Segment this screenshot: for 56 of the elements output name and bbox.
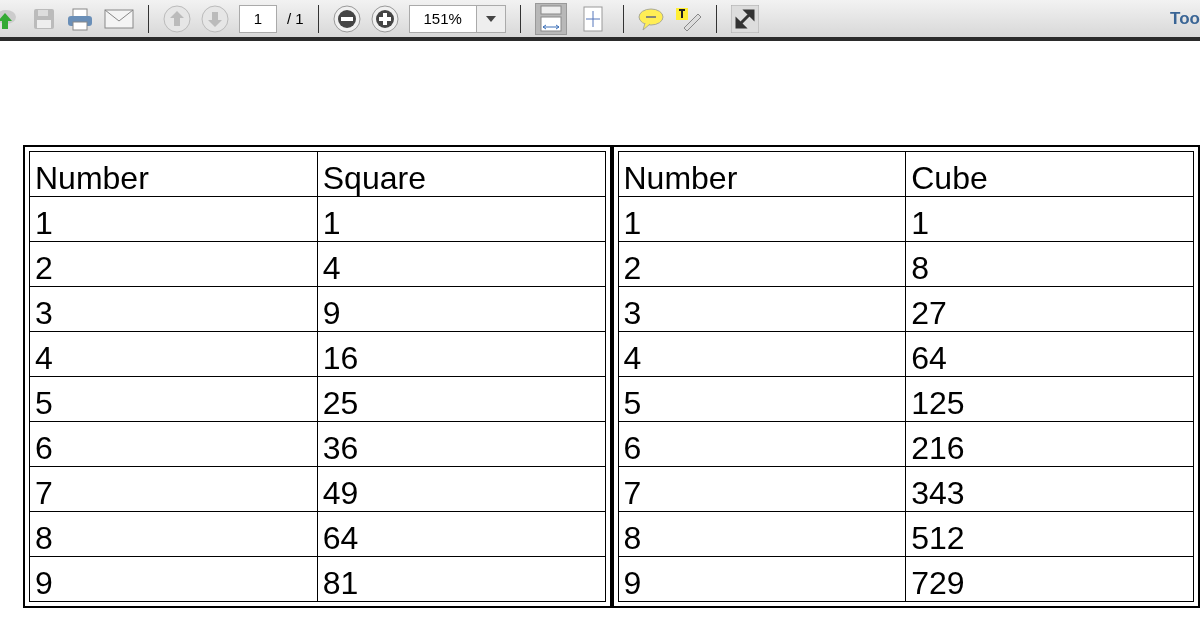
table-cell: 5 <box>618 376 906 422</box>
table-cell: 1 <box>905 196 1194 242</box>
caret-icon <box>485 15 496 22</box>
column-header: Number <box>29 151 318 197</box>
arrow-down-icon[interactable] <box>201 4 229 33</box>
table-cell: 1 <box>29 196 318 242</box>
table-cell: 2 <box>618 241 906 287</box>
zoom-in-icon[interactable] <box>370 4 399 33</box>
table-cell: 8 <box>618 511 906 557</box>
table-cell: 27 <box>905 286 1194 332</box>
table-cell: 49 <box>317 466 605 512</box>
expand-icon[interactable] <box>730 4 759 33</box>
table-cell: 64 <box>905 331 1194 377</box>
tools-link[interactable]: Too <box>1170 8 1200 29</box>
save-icon[interactable] <box>32 6 56 31</box>
table-cell: 7 <box>29 466 318 512</box>
table-cell: 8 <box>29 511 318 557</box>
table-cell: 3 <box>618 286 906 332</box>
page-number-field[interactable]: 1 <box>239 4 277 33</box>
arrow-up-icon[interactable] <box>163 4 191 33</box>
page-total: / 1 <box>287 10 304 27</box>
table-cell: 7 <box>618 466 906 512</box>
column-header: Square <box>317 151 605 197</box>
table-cell: 9 <box>29 556 318 602</box>
table-cell: 1 <box>317 196 605 242</box>
column-header: Cube <box>905 151 1194 197</box>
table-cell: 4 <box>618 331 906 377</box>
table-cell: 125 <box>905 376 1194 422</box>
table-cell: 6 <box>618 421 906 467</box>
print-icon[interactable] <box>66 6 94 31</box>
table-cell: 16 <box>317 331 605 377</box>
table-cell: 4 <box>29 331 318 377</box>
table-cell: 6 <box>29 421 318 467</box>
table-cell: 5 <box>29 376 318 422</box>
zoom-out-icon[interactable] <box>332 4 361 33</box>
table-cell: 343 <box>905 466 1194 512</box>
table-cell: 8 <box>905 241 1194 287</box>
table-cell: 1 <box>618 196 906 242</box>
column-header: Number <box>618 151 906 197</box>
table-cell: 729 <box>905 556 1194 602</box>
fit-width-button[interactable] <box>534 2 567 35</box>
table-cell: 64 <box>317 511 605 557</box>
text-edit-icon[interactable] <box>673 5 702 32</box>
table-cell: 2 <box>29 241 318 287</box>
table-cell: 216 <box>905 421 1194 467</box>
table-cell: 3 <box>29 286 318 332</box>
table-cell: 512 <box>905 511 1194 557</box>
mail-icon[interactable] <box>104 7 134 30</box>
table-cell: 9 <box>317 286 605 332</box>
zoom-dropdown[interactable]: 151% <box>408 4 506 33</box>
table-cell: 25 <box>317 376 605 422</box>
table-cell: 9 <box>618 556 906 602</box>
table-cell: 81 <box>317 556 605 602</box>
comment-icon[interactable] <box>637 6 664 31</box>
table-cell: 36 <box>317 421 605 467</box>
table-cell: 4 <box>317 241 605 287</box>
